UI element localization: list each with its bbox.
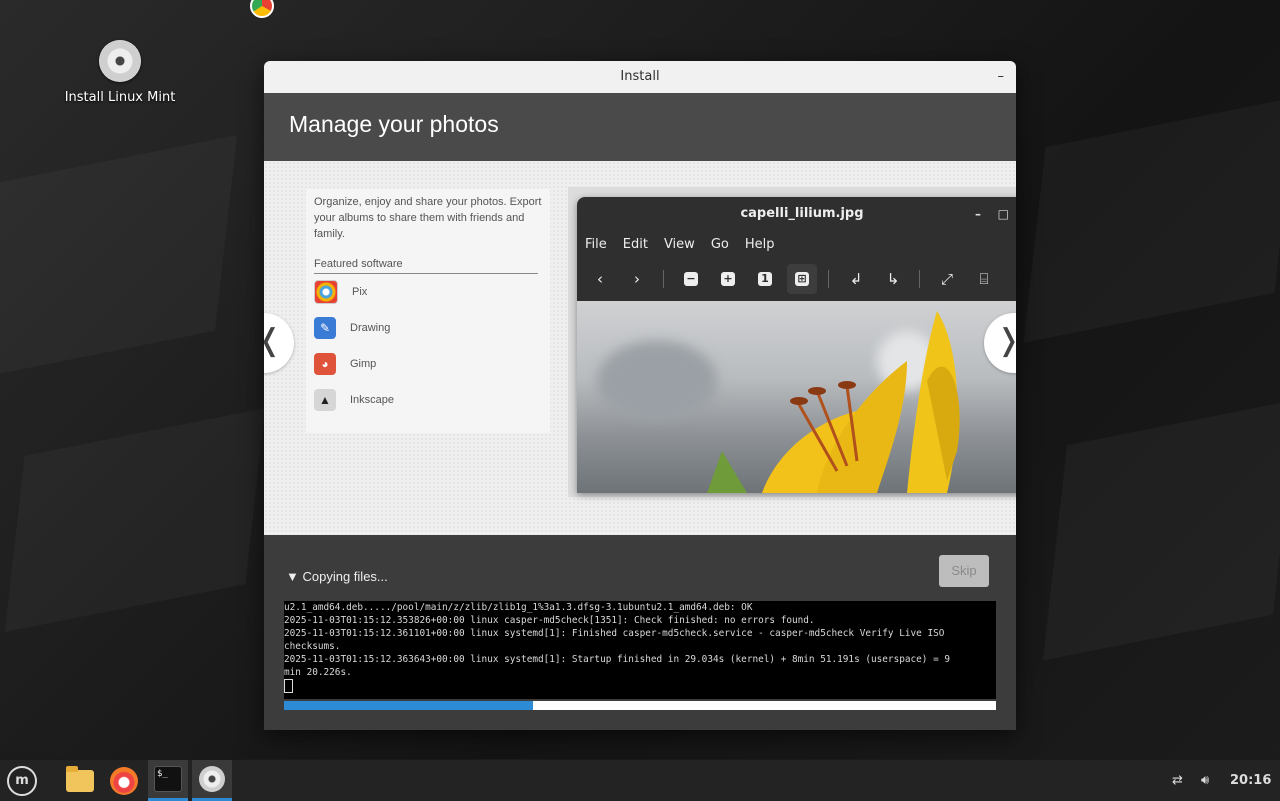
log-line: 2025-11-03T01:15:12.361101+00:00 linux s… bbox=[284, 628, 945, 639]
gimp-icon: ◕ bbox=[314, 353, 336, 375]
skip-button[interactable]: Skip bbox=[939, 555, 989, 587]
terminal-icon: $_ bbox=[154, 766, 182, 792]
clock[interactable]: 20:16 bbox=[1230, 760, 1271, 801]
viewer-menubar: File Edit View Go Help bbox=[577, 231, 1016, 257]
zoom-original-icon: 1 bbox=[750, 264, 780, 294]
window-titlebar[interactable]: Install – bbox=[264, 61, 1016, 93]
app-name: Pix bbox=[352, 286, 368, 298]
background-tile bbox=[0, 135, 237, 385]
slideshow-panel: Organize, enjoy and share your photos. E… bbox=[264, 161, 1016, 535]
viewer-menu-help: Help bbox=[744, 236, 775, 252]
slide-description: Organize, enjoy and share your photos. E… bbox=[314, 196, 542, 240]
app-name: Drawing bbox=[350, 322, 391, 334]
inkscape-icon: ▲ bbox=[314, 389, 336, 411]
folder-icon bbox=[66, 765, 94, 792]
log-line: u2.1_amd64.deb...../pool/main/z/zlib/zli… bbox=[284, 602, 753, 613]
image-viewer-screenshot: capelli_lilium.jpg – □ File Edit View Go… bbox=[577, 197, 1016, 493]
toolbar-separator bbox=[663, 270, 664, 288]
slideshow-icon: ⌸ bbox=[979, 270, 989, 288]
slide-heading-band: Manage your photos bbox=[264, 93, 1016, 161]
expander-triangle-icon: ▼ bbox=[286, 569, 299, 584]
featured-app-drawing: ✎ Drawing bbox=[314, 310, 550, 346]
firefox-icon bbox=[110, 766, 138, 795]
progress-label: Copying files... bbox=[302, 569, 388, 584]
viewer-menu-edit: Edit bbox=[622, 236, 648, 252]
window-title: Install bbox=[620, 69, 660, 84]
progress-bar bbox=[284, 701, 996, 710]
app-name: Inkscape bbox=[350, 394, 395, 406]
viewer-menu-go: Go bbox=[710, 236, 729, 252]
disc-icon bbox=[99, 40, 141, 82]
featured-software-title: Featured software bbox=[314, 258, 538, 274]
background-tile bbox=[5, 408, 265, 632]
viewer-menu-view: View bbox=[663, 236, 695, 252]
fullscreen-icon: ⤢ bbox=[940, 270, 953, 288]
featured-app-inkscape: ▲ Inkscape bbox=[314, 382, 550, 418]
progress-bar-fill bbox=[284, 701, 534, 710]
log-line: checksums. bbox=[284, 641, 341, 652]
viewer-toolbar: ‹ › − + 1 ⊞ ↲ ↳ ⤢ ⌸ bbox=[577, 257, 1016, 301]
slide-heading: Manage your photos bbox=[289, 111, 499, 137]
desktop-icon-install-linux-mint[interactable]: Install Linux Mint bbox=[62, 40, 178, 105]
zoom-out-icon: − bbox=[676, 264, 706, 294]
taskbar: m $_ ⇄ 🔊︎ 20:16 bbox=[0, 759, 1280, 801]
description-panel: Organize, enjoy and share your photos. E… bbox=[306, 189, 550, 433]
viewer-titlebar: capelli_lilium.jpg – □ bbox=[577, 197, 1016, 231]
menu-button[interactable]: m bbox=[2, 760, 42, 801]
lily-flower bbox=[707, 311, 960, 493]
install-progress-area: ▼ Copying files... Skip u2.1_amd64.deb..… bbox=[264, 535, 1016, 730]
zoom-in-icon: + bbox=[713, 264, 743, 294]
linux-mint-logo-icon: m bbox=[7, 765, 37, 796]
previous-slide-button[interactable]: ❬ bbox=[264, 313, 294, 373]
install-log-terminal[interactable]: u2.1_amd64.deb...../pool/main/z/zlib/zli… bbox=[284, 601, 996, 699]
disc-icon bbox=[199, 766, 225, 792]
rotate-left-icon: ↲ bbox=[849, 270, 863, 288]
chrome-icon[interactable] bbox=[250, 0, 274, 18]
desktop-icon-label: Install Linux Mint bbox=[64, 90, 176, 105]
background-tile bbox=[1024, 97, 1280, 343]
taskbar-firefox-button[interactable] bbox=[104, 760, 144, 801]
viewer-maximize-icon: □ bbox=[997, 207, 1009, 221]
log-line: min 20.226s. bbox=[284, 667, 352, 678]
viewer-menu-file: File bbox=[585, 236, 607, 252]
featured-app-gimp: ◕ Gimp bbox=[314, 346, 550, 382]
log-line: 2025-11-03T01:15:12.363643+00:00 linux s… bbox=[284, 654, 951, 665]
lily-photo bbox=[577, 301, 1016, 493]
app-name: Gimp bbox=[350, 358, 377, 370]
toolbar-separator bbox=[828, 270, 829, 288]
taskbar-files-button[interactable] bbox=[60, 760, 100, 801]
drawing-icon: ✎ bbox=[314, 317, 336, 339]
log-line: 2025-11-03T01:15:12.353826+00:00 linux c… bbox=[284, 615, 815, 626]
progress-expander[interactable]: ▼ Copying files... bbox=[286, 569, 388, 584]
terminal-cursor bbox=[284, 679, 293, 693]
forward-arrow-icon: › bbox=[634, 270, 640, 288]
viewer-minimize-icon: – bbox=[975, 207, 981, 221]
featured-app-pix: Pix bbox=[314, 274, 550, 310]
network-icon[interactable]: ⇄ bbox=[1172, 760, 1183, 801]
zoom-fit-icon: ⊞ bbox=[787, 264, 817, 294]
rotate-right-icon: ↳ bbox=[886, 270, 900, 288]
minimize-button[interactable]: – bbox=[998, 61, 1005, 93]
viewer-title: capelli_lilium.jpg bbox=[740, 206, 864, 221]
taskbar-installer-button[interactable] bbox=[192, 760, 232, 801]
taskbar-terminal-button[interactable]: $_ bbox=[148, 760, 188, 801]
background-tile bbox=[1043, 400, 1280, 661]
volume-icon[interactable]: 🔊︎ bbox=[1201, 760, 1209, 801]
installer-window: Install – Manage your photos Organize, e… bbox=[264, 61, 1016, 730]
back-arrow-icon: ‹ bbox=[597, 270, 603, 288]
toolbar-separator bbox=[919, 270, 920, 288]
pix-icon bbox=[314, 280, 338, 304]
